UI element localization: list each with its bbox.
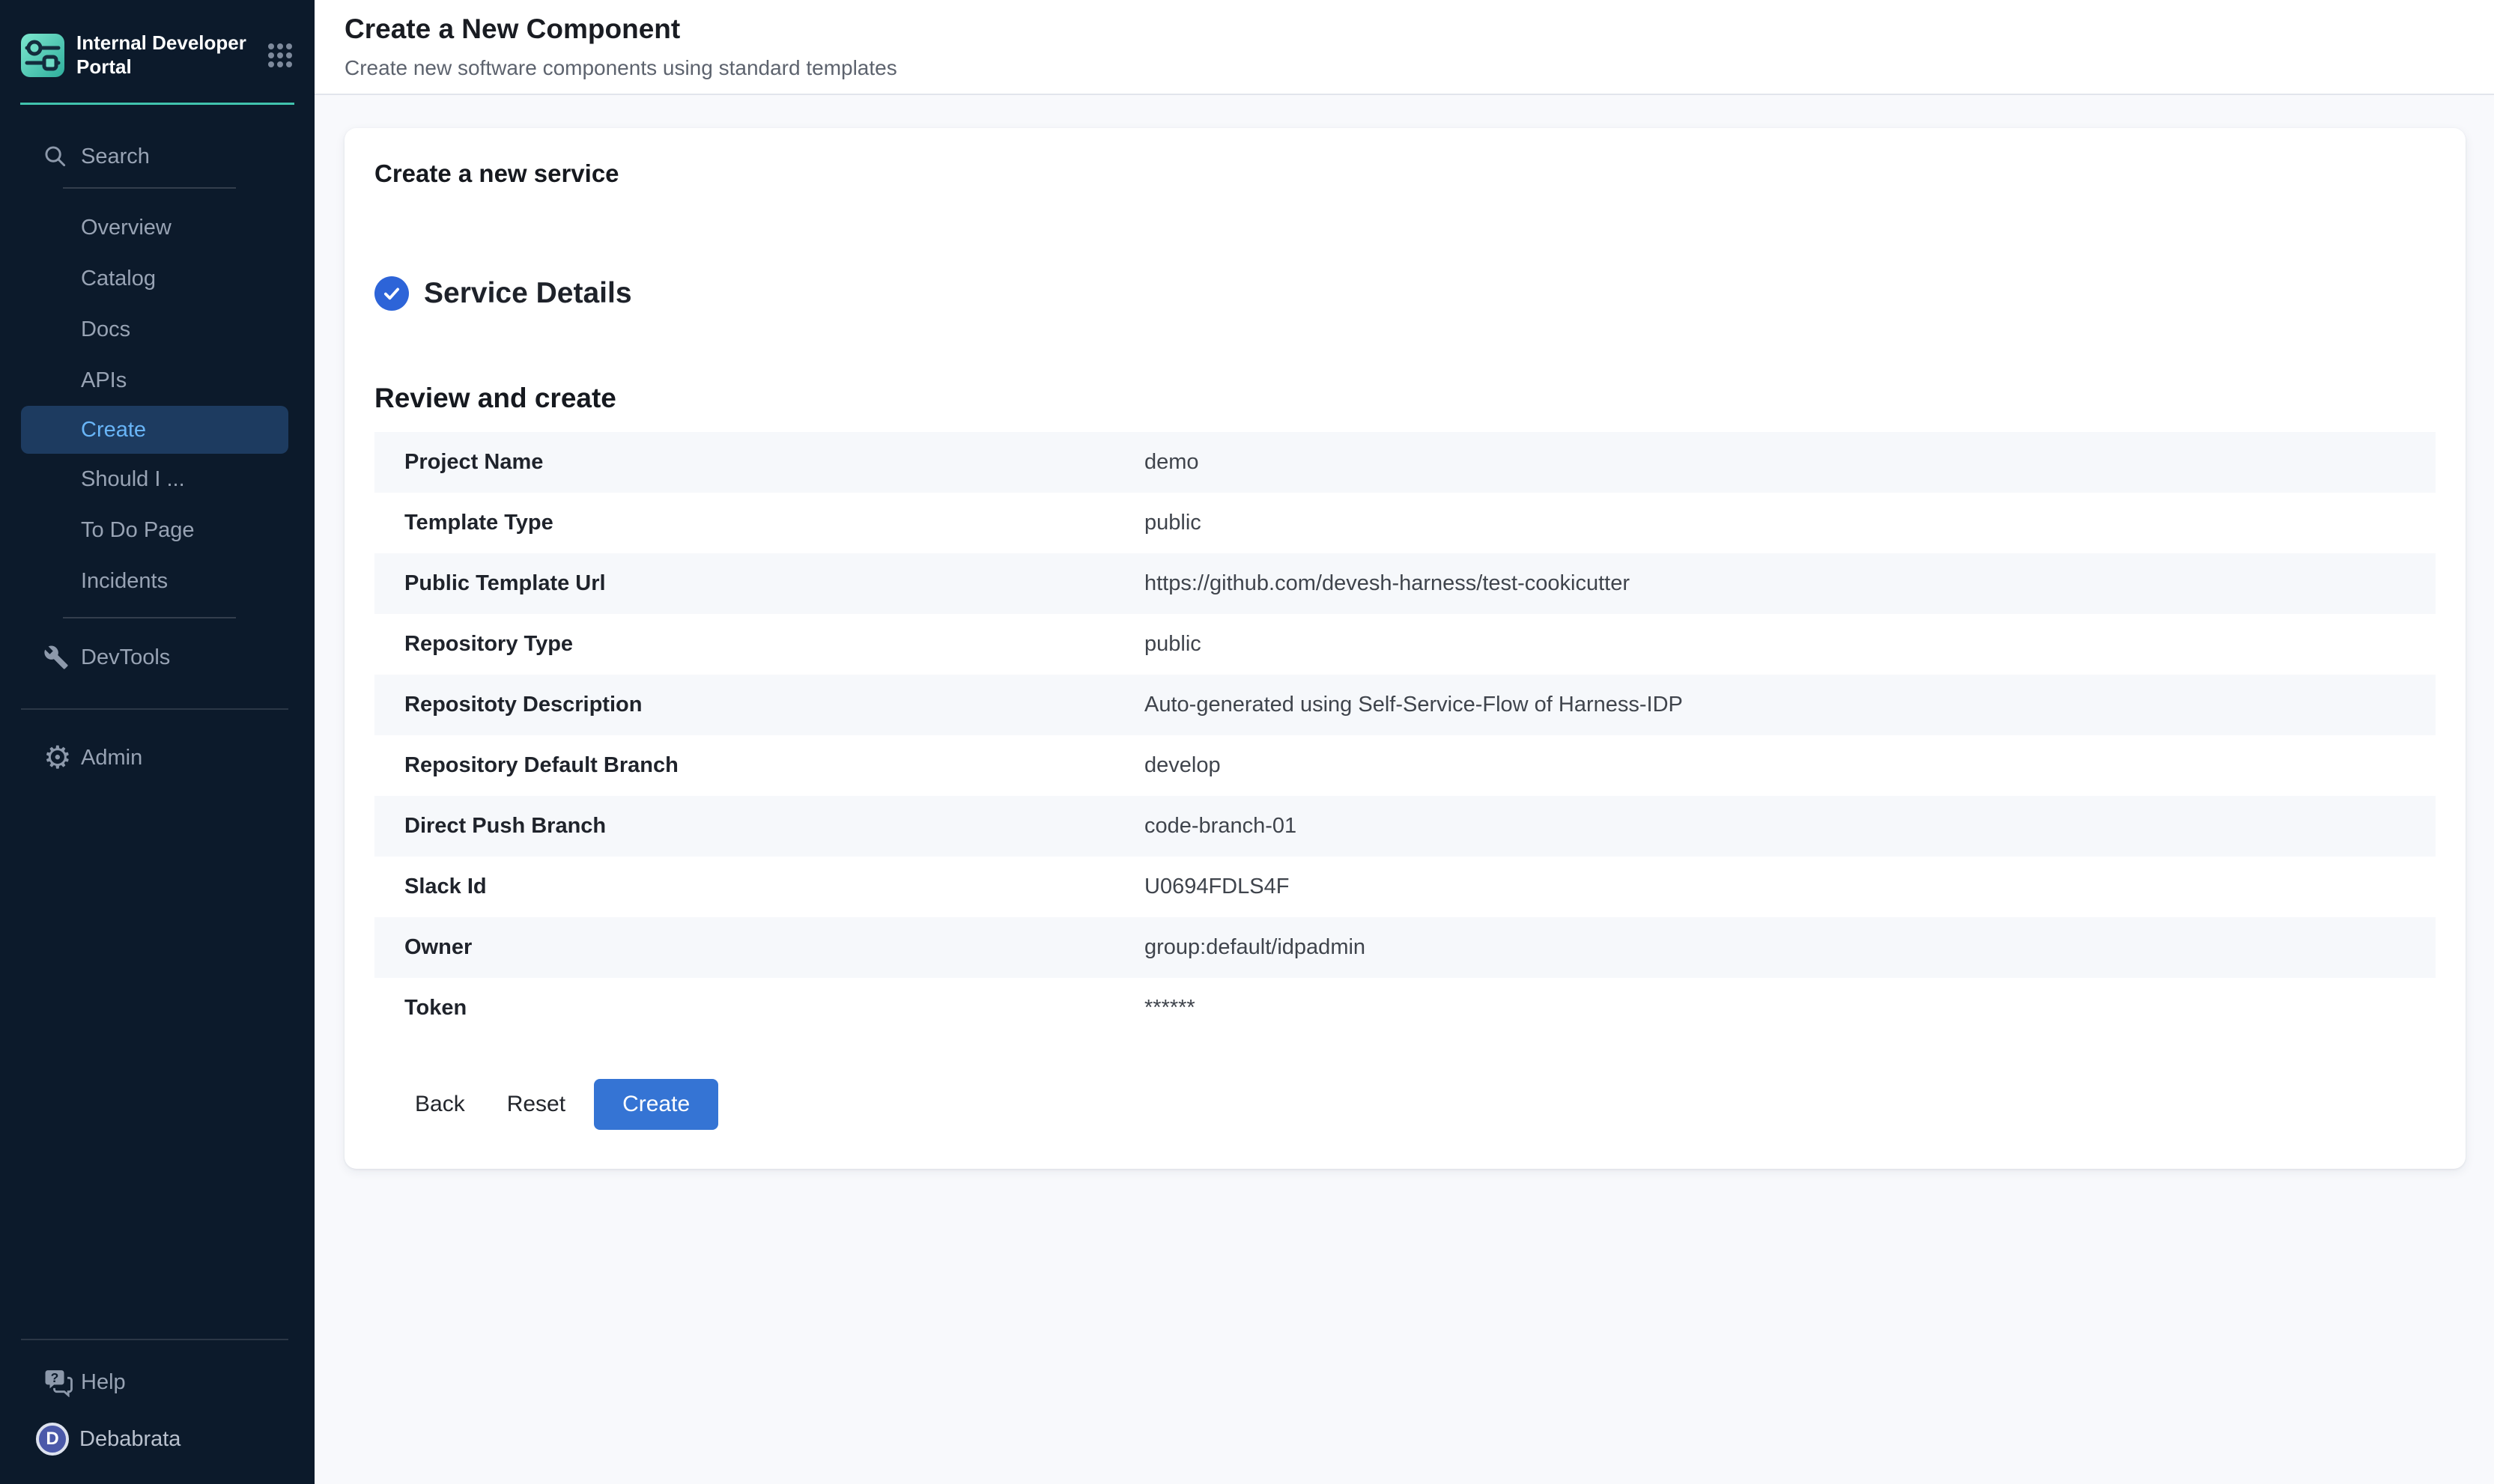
nav-admin: ⚙ Admin	[0, 732, 315, 783]
row-value: ******	[1144, 996, 1195, 1021]
row-label: Repository Type	[404, 632, 1144, 657]
sidebar-item-incidents[interactable]: Incidents	[0, 556, 315, 606]
section-divider	[21, 1339, 288, 1340]
table-row: Repository Default Branch develop	[374, 735, 2436, 796]
sidebar-spacer	[0, 783, 315, 1339]
row-value: public	[1144, 511, 1201, 535]
main-area: Create a New Component Create new softwa…	[315, 0, 2494, 1484]
row-value: U0694FDLS4F	[1144, 875, 1289, 899]
page-subtitle: Create new software components using sta…	[345, 56, 2494, 80]
table-row: Repository Type public	[374, 614, 2436, 675]
brand: Internal Developer Portal	[0, 0, 315, 98]
table-row: Repositoty Description Auto-generated us…	[374, 675, 2436, 735]
sidebar: Internal Developer Portal	[0, 0, 315, 1484]
sidebar-item-help[interactable]: ? Help	[0, 1357, 315, 1408]
sidebar-item-catalog[interactable]: Catalog	[0, 253, 315, 304]
table-row: Owner group:default/idpadmin	[374, 917, 2436, 978]
step-label: Service Details	[424, 277, 632, 310]
avatar: D	[36, 1423, 69, 1456]
row-value: demo	[1144, 450, 1199, 475]
table-row: Template Type public	[374, 493, 2436, 553]
row-value: group:default/idpadmin	[1144, 935, 1365, 960]
row-label: Public Template Url	[404, 571, 1144, 596]
row-label: Repositoty Description	[404, 693, 1144, 717]
review-table: Project Name demo Template Type public P…	[374, 432, 2436, 1039]
section-divider	[21, 708, 288, 710]
row-value: Auto-generated using Self-Service-Flow o…	[1144, 693, 1683, 717]
step-service-details[interactable]: Service Details	[374, 276, 2436, 311]
content: Create a new service Service Details Rev…	[315, 95, 2494, 1484]
nav-main: Overview Catalog Docs APIs Create Should…	[0, 202, 315, 606]
table-row: Public Template Url https://github.com/d…	[374, 553, 2436, 614]
row-value: develop	[1144, 753, 1221, 778]
row-value: code-branch-01	[1144, 814, 1296, 839]
idp-logo-icon	[21, 34, 64, 77]
user-name: Debabrata	[79, 1427, 180, 1452]
search-icon	[43, 145, 67, 168]
sidebar-nav: Search Overview Catalog Docs APIs Create…	[0, 105, 315, 1484]
row-label: Template Type	[404, 511, 1144, 535]
page-title: Create a New Component	[345, 0, 2494, 45]
sidebar-item-admin[interactable]: ⚙ Admin	[0, 732, 315, 783]
nav-devtools: DevTools	[0, 632, 315, 683]
row-value: public	[1144, 632, 1201, 657]
divider	[63, 187, 236, 189]
sidebar-item-label: Search	[81, 145, 150, 169]
sidebar-user[interactable]: D Debabrata	[0, 1408, 315, 1471]
sidebar-item-overview[interactable]: Overview	[0, 202, 315, 253]
sidebar-item-create[interactable]: Create	[21, 406, 288, 454]
back-button[interactable]: Back	[398, 1081, 482, 1128]
sidebar-item-should-i[interactable]: Should I ...	[0, 454, 315, 505]
page-header: Create a New Component Create new softwa…	[315, 0, 2494, 95]
sidebar-item-apis[interactable]: APIs	[0, 355, 315, 406]
gear-icon: ⚙	[43, 742, 72, 773]
card-title: Create a new service	[374, 159, 2436, 188]
reset-button[interactable]: Reset	[491, 1081, 582, 1128]
sidebar-item-devtools[interactable]: DevTools	[0, 632, 315, 683]
sidebar-item-docs[interactable]: Docs	[0, 304, 315, 355]
form-actions: Back Reset Create	[374, 1079, 2436, 1130]
svg-text:?: ?	[51, 1370, 59, 1385]
row-label: Token	[404, 996, 1144, 1021]
table-row: Token ******	[374, 978, 2436, 1039]
help-icon: ?	[43, 1367, 73, 1397]
create-service-card: Create a new service Service Details Rev…	[345, 128, 2466, 1169]
table-row: Slack Id U0694FDLS4F	[374, 857, 2436, 917]
table-row: Direct Push Branch code-branch-01	[374, 796, 2436, 857]
check-icon	[374, 276, 409, 311]
sidebar-item-search[interactable]: Search	[0, 130, 315, 183]
divider	[63, 617, 236, 618]
row-label: Owner	[404, 935, 1144, 960]
row-label: Repository Default Branch	[404, 753, 1144, 778]
brand-title: Internal Developer Portal	[76, 31, 265, 79]
row-label: Slack Id	[404, 875, 1144, 899]
row-label: Direct Push Branch	[404, 814, 1144, 839]
review-heading: Review and create	[374, 383, 2436, 414]
sidebar-bottom: ? Help D Debabrata	[0, 1339, 315, 1484]
row-label: Project Name	[404, 450, 1144, 475]
page: Internal Developer Portal	[0, 0, 2494, 1484]
row-value: https://github.com/devesh-harness/test-c…	[1144, 571, 1630, 596]
create-button[interactable]: Create	[594, 1079, 718, 1130]
table-row: Project Name demo	[374, 432, 2436, 493]
sidebar-item-todo-page[interactable]: To Do Page	[0, 505, 315, 556]
wrench-icon	[43, 645, 69, 670]
apps-grid-icon[interactable]	[265, 40, 295, 70]
